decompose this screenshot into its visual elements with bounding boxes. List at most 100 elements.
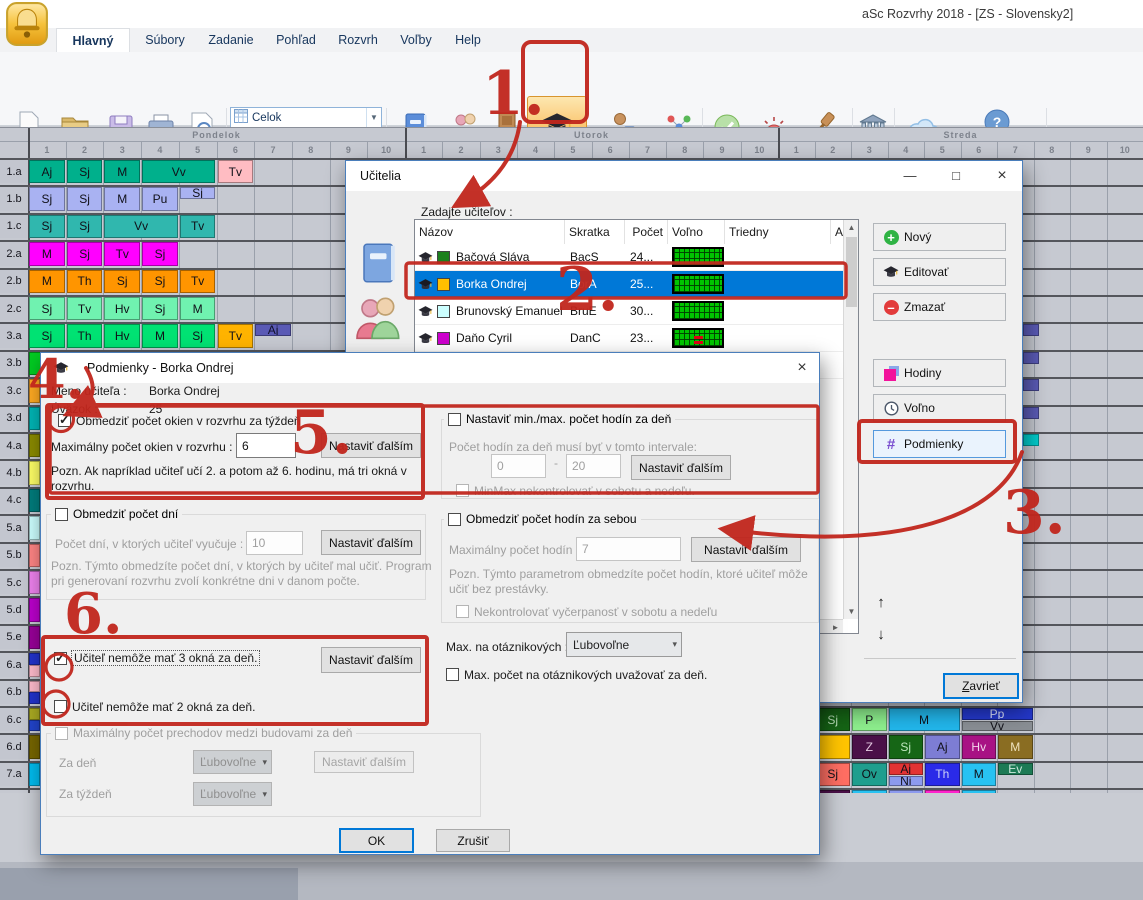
row-label[interactable]: 5.c bbox=[0, 571, 28, 594]
close-button[interactable]: × bbox=[789, 357, 815, 378]
per-week-dropdown[interactable]: Ľubovoľne▾ bbox=[193, 782, 272, 806]
row-label[interactable]: 6.d bbox=[0, 735, 28, 758]
limit-days-checkbox[interactable] bbox=[55, 508, 68, 521]
row-label[interactable]: 3.a bbox=[0, 324, 28, 347]
row-label[interactable]: 6.a bbox=[0, 653, 28, 676]
timetable-cell[interactable]: Hv bbox=[104, 324, 140, 347]
asc-bell-logo-icon[interactable] bbox=[6, 2, 48, 46]
buildings-checkbox[interactable] bbox=[55, 727, 68, 740]
tab-subory[interactable]: Súbory bbox=[134, 28, 196, 52]
max-windows-input[interactable]: 6 bbox=[236, 433, 296, 458]
timetable-cell[interactable]: M bbox=[104, 187, 140, 210]
set-next-consecutive-button[interactable]: Nastaviť ďalším bbox=[691, 537, 801, 562]
timetable-cell[interactable]: Aj bbox=[889, 763, 924, 775]
timetable-cell[interactable]: Sj bbox=[67, 215, 103, 238]
row-label[interactable]: 4.a bbox=[0, 434, 28, 457]
timetable-cell[interactable]: M bbox=[962, 763, 997, 786]
min-hours-input[interactable]: 0 bbox=[491, 454, 546, 478]
set-next-minmax-button[interactable]: Nastaviť ďalším bbox=[631, 455, 731, 480]
minmax-weekend-checkbox[interactable] bbox=[456, 484, 469, 497]
move-down-button[interactable]: ↓ bbox=[866, 621, 896, 647]
teacher-row[interactable]: Bačová Sláva BacS 24... bbox=[415, 244, 843, 271]
row-label[interactable]: 1.a bbox=[0, 160, 28, 183]
timetable-cell[interactable]: P bbox=[852, 708, 887, 731]
view-combo[interactable]: Celok ▼ bbox=[230, 107, 382, 128]
timetable-cell[interactable]: Vv bbox=[142, 160, 215, 183]
row-label[interactable]: 5.e bbox=[0, 626, 28, 649]
set-next-buildings-button[interactable]: Nastaviť ďalším bbox=[314, 751, 414, 773]
timetable-cell[interactable]: Tv bbox=[104, 242, 140, 265]
tab-zadanie[interactable]: Zadanie bbox=[198, 28, 264, 52]
timetable-cell[interactable]: Nj bbox=[889, 776, 924, 786]
col-pocet[interactable]: Počet bbox=[625, 220, 668, 244]
timetable-cell[interactable]: Tv bbox=[180, 270, 216, 293]
tab-volby[interactable]: Voľby bbox=[388, 28, 444, 52]
delete-teacher-button[interactable]: – Zmazať bbox=[873, 293, 1006, 321]
timetable-cell[interactable]: Th bbox=[67, 324, 103, 347]
timetable-cell[interactable]: Z bbox=[852, 735, 887, 758]
scroll-down-icon[interactable]: ▼ bbox=[844, 604, 859, 619]
tab-hlavny[interactable]: Hlavný bbox=[56, 28, 130, 52]
move-up-button[interactable]: ↑ bbox=[866, 589, 896, 615]
conditions-button[interactable]: # Podmienky bbox=[873, 430, 1006, 458]
close-dialog-button[interactable]: Zavrieť bbox=[943, 673, 1019, 699]
timetable-cell[interactable]: Sj bbox=[180, 187, 216, 199]
close-button[interactable]: × bbox=[989, 165, 1015, 186]
hours-button[interactable]: Hodiny bbox=[873, 359, 1006, 387]
per-day-dropdown[interactable]: Ľubovoľne▾ bbox=[193, 750, 272, 774]
row-label[interactable]: 5.a bbox=[0, 516, 28, 539]
timetable-cell[interactable]: Pp bbox=[962, 708, 1033, 720]
scrollbar-thumb[interactable] bbox=[846, 237, 857, 307]
row-label[interactable]: 4.c bbox=[0, 489, 28, 512]
timetable-cell[interactable]: Sj bbox=[142, 297, 178, 320]
timetable-cell[interactable]: Th bbox=[925, 763, 960, 786]
col-nazov[interactable]: Názov bbox=[415, 220, 565, 244]
timetable-cell[interactable]: Hv bbox=[962, 735, 997, 758]
row-label[interactable]: 3.b bbox=[0, 352, 28, 375]
row-label[interactable]: 6.c bbox=[0, 708, 28, 731]
timetable-cell[interactable]: Ev bbox=[998, 763, 1033, 775]
timetable-cell[interactable]: Aj bbox=[255, 324, 291, 336]
teacher-row[interactable]: Brunovský Emanuel BruE 30... bbox=[415, 298, 843, 325]
timetable-cell[interactable]: M bbox=[889, 708, 960, 731]
question-per-day-checkbox[interactable] bbox=[446, 668, 459, 681]
availability-button[interactable]: Voľno bbox=[873, 394, 1006, 422]
list-header[interactable]: Názov Skratka Počet Voľno Triedny A bbox=[415, 220, 843, 244]
row-label[interactable]: 6.b bbox=[0, 681, 28, 704]
tab-pohlad[interactable]: Pohľad bbox=[266, 28, 326, 52]
col-skratka[interactable]: Skratka bbox=[565, 220, 625, 244]
days-count-input[interactable]: 10 bbox=[246, 531, 303, 555]
col-triedny[interactable]: Triedny bbox=[725, 220, 831, 244]
timetable-cell[interactable]: M bbox=[29, 242, 65, 265]
timetable-cell[interactable]: Th bbox=[67, 270, 103, 293]
new-teacher-button[interactable]: + Nový bbox=[873, 223, 1006, 251]
timetable-cell[interactable]: Sj bbox=[29, 324, 65, 347]
minimize-button[interactable]: — bbox=[897, 165, 923, 186]
row-label[interactable]: 2.b bbox=[0, 270, 28, 293]
edit-teacher-button[interactable]: Editovať bbox=[873, 258, 1006, 286]
row-label[interactable]: 2.a bbox=[0, 242, 28, 265]
teacher-row-selected[interactable]: Borka Ondrej BorA 25... bbox=[415, 271, 843, 298]
exhaustion-weekend-checkbox[interactable] bbox=[456, 605, 469, 618]
consecutive-checkbox[interactable] bbox=[448, 513, 461, 526]
timetable-cell[interactable]: Aj bbox=[925, 735, 960, 758]
timetable-cell[interactable]: Sj bbox=[816, 763, 851, 786]
row-label[interactable]: 1.c bbox=[0, 215, 28, 238]
cancel-button[interactable]: Zrušiť bbox=[436, 829, 510, 852]
col-volno[interactable]: Voľno bbox=[668, 220, 725, 244]
no-3-gaps-checkbox[interactable] bbox=[54, 652, 67, 665]
scroll-up-icon[interactable]: ▲ bbox=[844, 220, 859, 235]
timetable-cell[interactable]: Sj bbox=[67, 187, 103, 210]
timetable-cell[interactable]: Tv bbox=[67, 297, 103, 320]
row-label[interactable]: 2.c bbox=[0, 297, 28, 320]
timetable-cell[interactable]: Hv bbox=[104, 297, 140, 320]
question-max-dropdown[interactable]: Ľubovoľne▾ bbox=[566, 632, 682, 657]
ok-button[interactable]: OK bbox=[339, 828, 414, 853]
maximize-button[interactable]: □ bbox=[943, 165, 969, 186]
timetable-cell[interactable]: Sj bbox=[816, 708, 851, 731]
timetable-cell[interactable]: Vv bbox=[962, 721, 1033, 731]
timetable-cell[interactable] bbox=[816, 735, 851, 758]
timetable-cell[interactable]: Tv bbox=[180, 215, 216, 238]
vertical-scrollbar[interactable]: ▲ ▼ bbox=[843, 220, 858, 619]
max-hours-input[interactable]: 20 bbox=[566, 454, 621, 478]
